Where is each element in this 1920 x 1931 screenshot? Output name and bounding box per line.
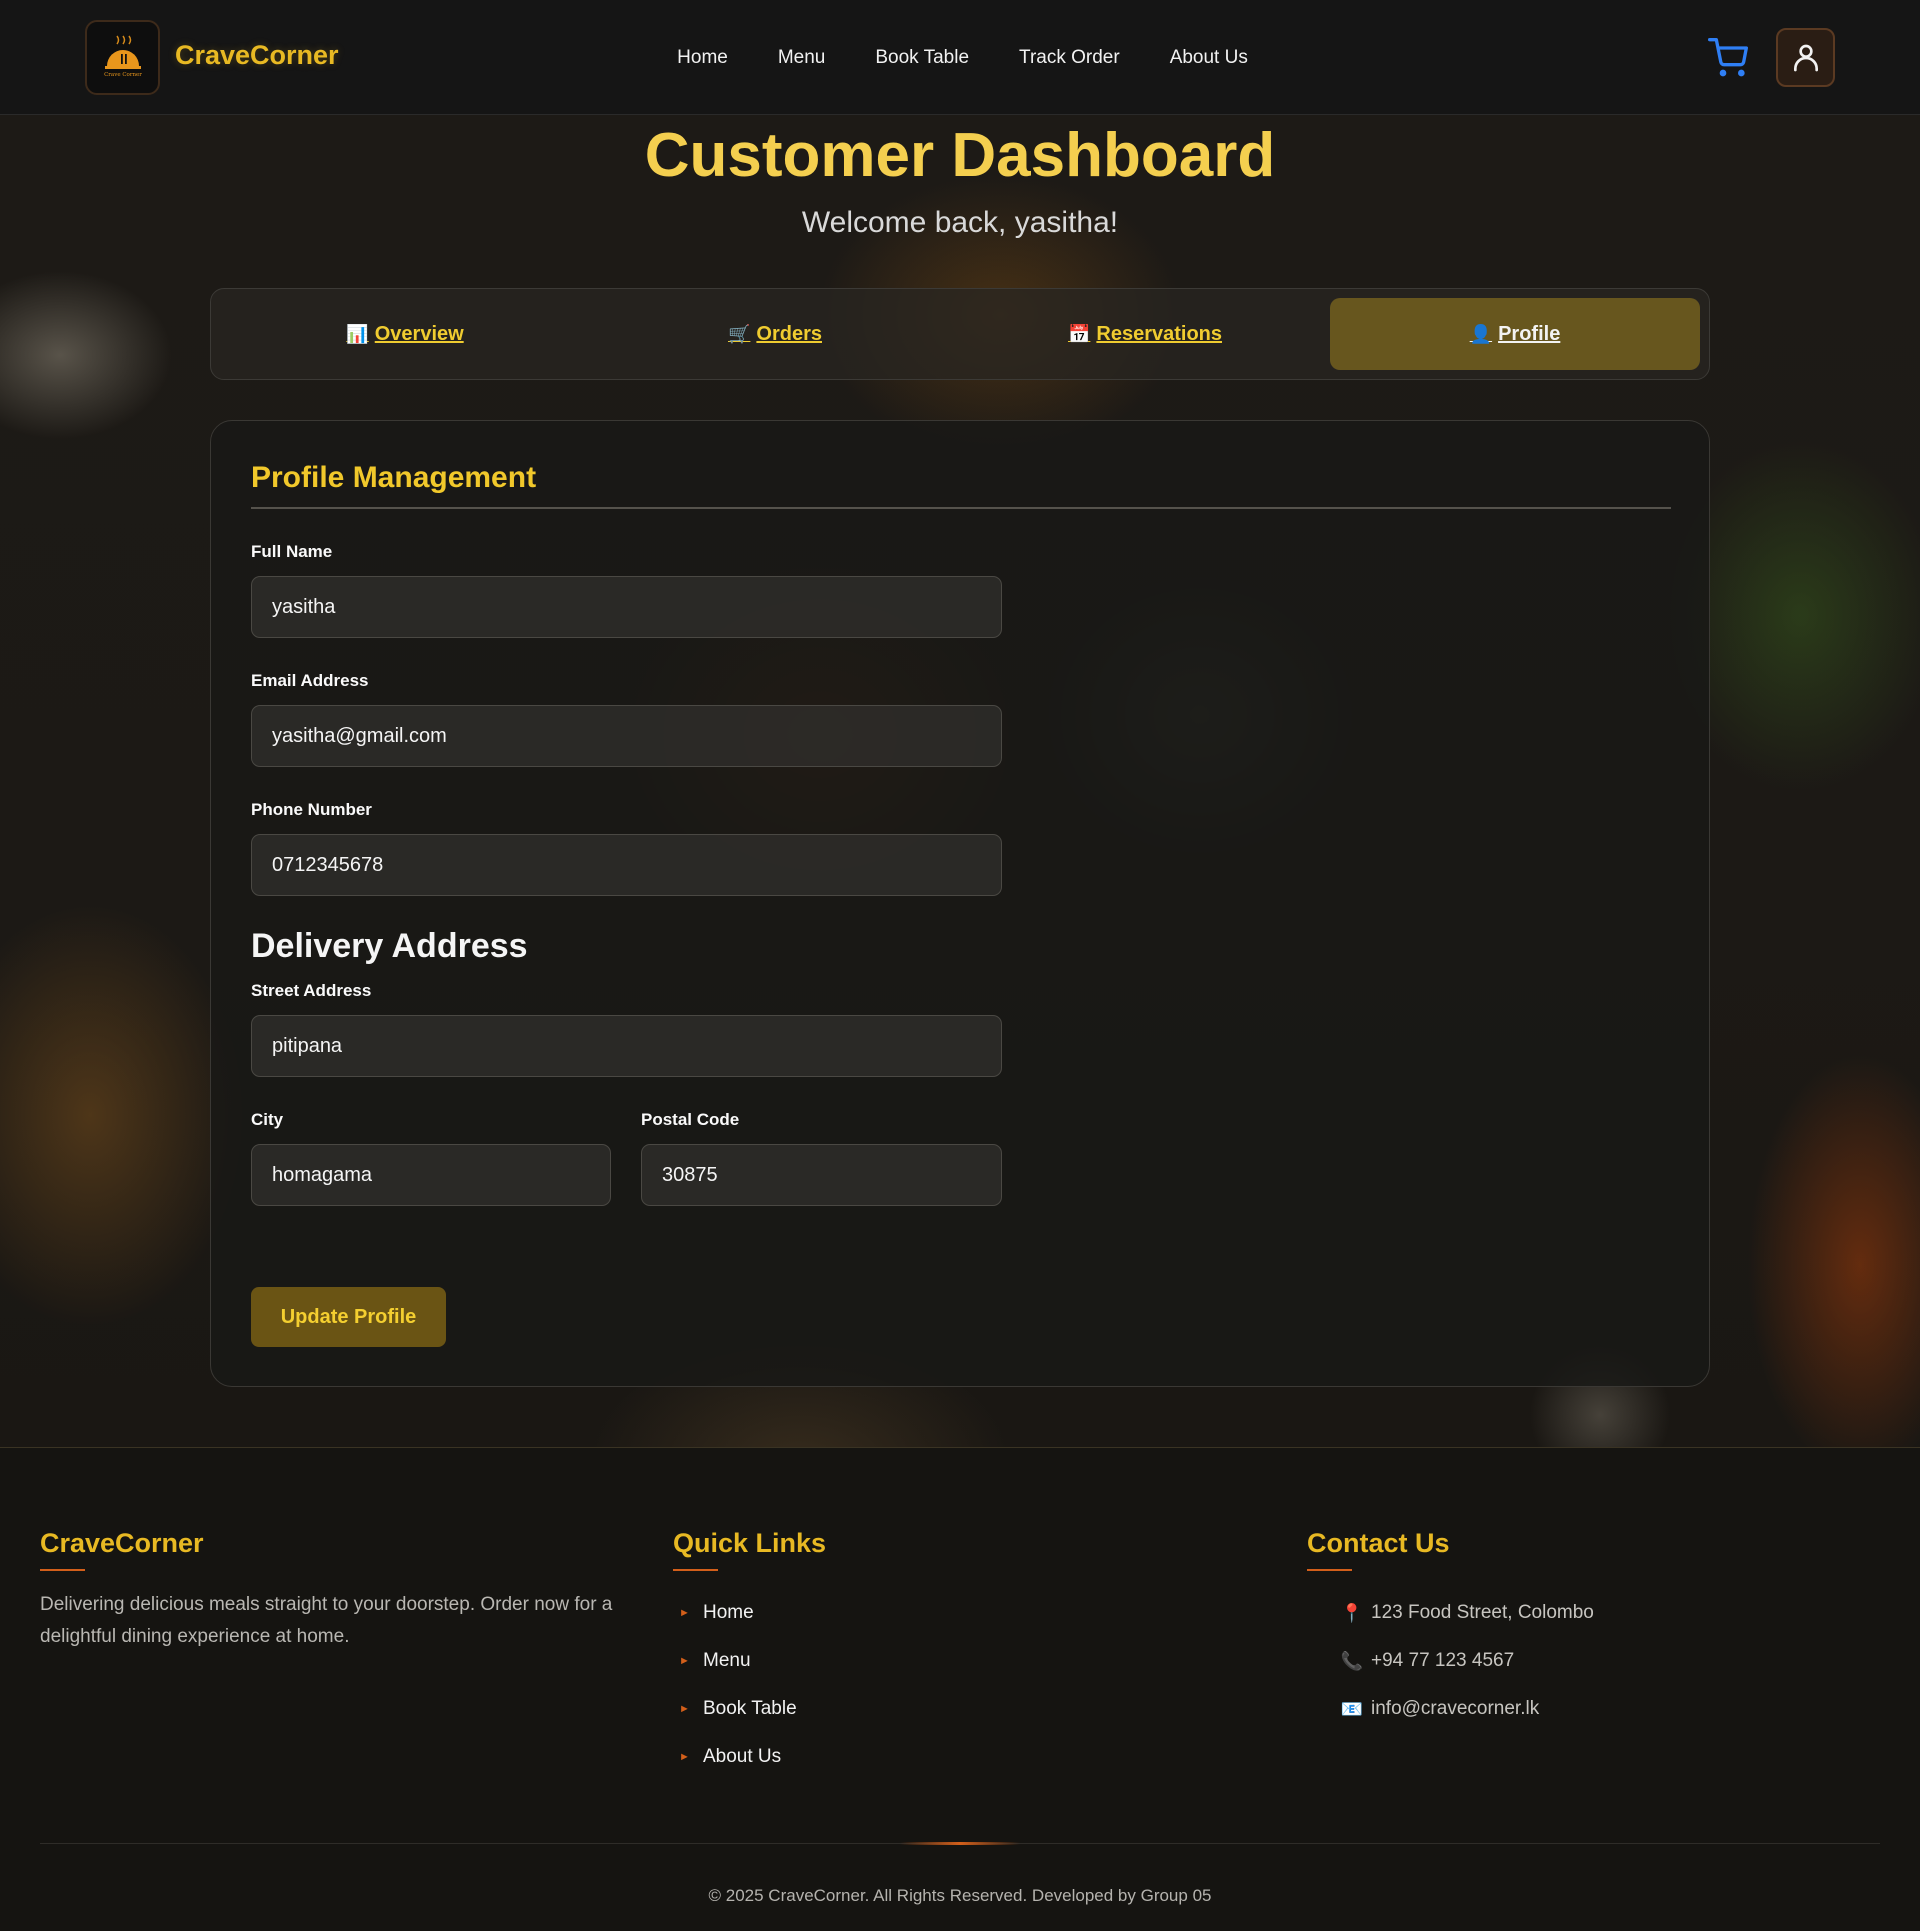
footer-link-about-us[interactable]: ► About Us <box>673 1733 826 1781</box>
arrow-icon: ► <box>679 1607 690 1619</box>
tab-profile[interactable]: 👤 Profile <box>1330 298 1700 370</box>
nav-menu[interactable]: Menu <box>778 47 826 69</box>
phone-label: Phone Number <box>251 800 372 819</box>
arrow-icon: ► <box>679 1655 690 1667</box>
cart-icon: 🛒 <box>727 323 751 344</box>
nav-about-us[interactable]: About Us <box>1170 47 1248 69</box>
copyright: © 2025 CraveCorner. All Rights Reserved.… <box>708 1886 1212 1905</box>
footer-link-label: About Us <box>703 1746 782 1767</box>
footer-about: CraveCorner Delivering delicious meals s… <box>40 1528 630 1653</box>
contact-text: +94 77 123 4567 <box>1371 1650 1515 1671</box>
svg-text:Crave Corner: Crave Corner <box>104 72 142 78</box>
contact-text: info@cravecorner.lk <box>1371 1698 1540 1719</box>
tab-orders[interactable]: 🛒 Orders <box>590 298 960 370</box>
postal-code-label: Postal Code <box>641 1110 740 1129</box>
logo[interactable]: Crave Corner <box>85 20 160 95</box>
nav-home[interactable]: Home <box>677 47 728 69</box>
footer-quick-links: Quick Links ► Home ► Menu ► Book Table ► Abo… <box>673 1528 826 1781</box>
footer-link-label: Book Table <box>703 1698 797 1719</box>
update-profile-button[interactable]: Update Profile <box>251 1287 446 1347</box>
footer-contact: Contact Us 📍 123 Food Street, Colombo 📞 +9… <box>1307 1528 1594 1733</box>
full-name-input[interactable]: yasitha <box>251 576 1002 638</box>
tab-reservations[interactable]: 📅 Reservations <box>960 298 1330 370</box>
email-input[interactable]: yasitha@gmail.com <box>251 705 1002 767</box>
contact-phone[interactable]: 📞 +94 77 123 4567 <box>1337 1637 1594 1685</box>
page-title: Customer Dashboard <box>644 121 1276 190</box>
contact-address: 📍 123 Food Street, Colombo <box>1337 1589 1594 1637</box>
quick-links-heading: Quick Links <box>673 1528 827 1558</box>
street-input[interactable]: pitipana <box>251 1015 1002 1077</box>
footer-description: Delivering delicious meals straight to y… <box>40 1594 613 1647</box>
chart-icon: 📊 <box>346 323 369 344</box>
contact-text: 123 Food Street, Colombo <box>1371 1602 1594 1623</box>
footer-link-menu[interactable]: ► Menu <box>673 1637 826 1685</box>
person-icon: 👤 <box>1469 323 1493 344</box>
phone-input[interactable]: 0712345678 <box>251 834 1002 896</box>
brand-name[interactable]: CraveCorner <box>175 40 339 71</box>
email-label: Email Address <box>251 671 369 690</box>
footer: CraveCorner Delivering delicious meals s… <box>0 1447 1920 1931</box>
email-icon: 📧 <box>1340 1698 1364 1719</box>
footer-link-label: Home <box>703 1602 754 1623</box>
footer-link-book-table[interactable]: ► Book Table <box>673 1685 826 1733</box>
dashboard-tabs: 📊 Overview 🛒 Orders 📅 Reservations 👤 Pro… <box>210 288 1710 380</box>
logo-icon: Crave Corner <box>104 35 142 78</box>
tab-overview[interactable]: 📊 Overview <box>220 298 590 370</box>
postal-code-input[interactable]: 30875 <box>641 1144 1002 1206</box>
street-label: Street Address <box>251 981 372 1000</box>
divider <box>673 1569 718 1571</box>
tab-label: Reservations <box>1096 322 1223 345</box>
full-name-label: Full Name <box>251 542 333 561</box>
arrow-icon: ► <box>679 1703 690 1715</box>
arrow-icon: ► <box>679 1751 690 1763</box>
delivery-address-heading: Delivery Address <box>251 927 528 965</box>
divider <box>251 507 1671 509</box>
footer-link-label: Menu <box>703 1650 751 1671</box>
pin-icon: 📍 <box>1340 1602 1364 1623</box>
calendar-icon: 📅 <box>1067 323 1091 344</box>
tab-label: Profile <box>1498 322 1561 345</box>
navbar: Crave Corner CraveCorner Home Menu Book … <box>0 0 1920 115</box>
contact-heading: Contact Us <box>1307 1528 1450 1558</box>
welcome-message: Welcome back, yasitha! <box>801 206 1119 239</box>
profile-card: Profile Management Full Name yasitha Ema… <box>210 420 1710 1387</box>
cart-icon <box>1708 38 1748 77</box>
user-icon <box>1793 44 1818 71</box>
city-label: City <box>251 1110 284 1129</box>
city-input[interactable]: homagama <box>251 1144 611 1206</box>
user-menu-button[interactable] <box>1776 28 1835 87</box>
divider <box>1307 1569 1352 1571</box>
footer-brand: CraveCorner <box>40 1528 204 1558</box>
tab-label: Orders <box>756 322 822 345</box>
contact-email[interactable]: 📧 info@cravecorner.lk <box>1337 1685 1594 1733</box>
footer-link-home[interactable]: ► Home <box>673 1589 826 1637</box>
nav-book-table[interactable]: Book Table <box>875 47 969 69</box>
divider-accent <box>900 1842 1020 1845</box>
tab-label: Overview <box>374 322 464 345</box>
phone-icon: 📞 <box>1340 1650 1364 1671</box>
section-title: Profile Management <box>251 461 537 494</box>
divider <box>40 1569 85 1571</box>
cart-button[interactable] <box>1708 38 1748 78</box>
nav-track-order[interactable]: Track Order <box>1019 47 1120 69</box>
